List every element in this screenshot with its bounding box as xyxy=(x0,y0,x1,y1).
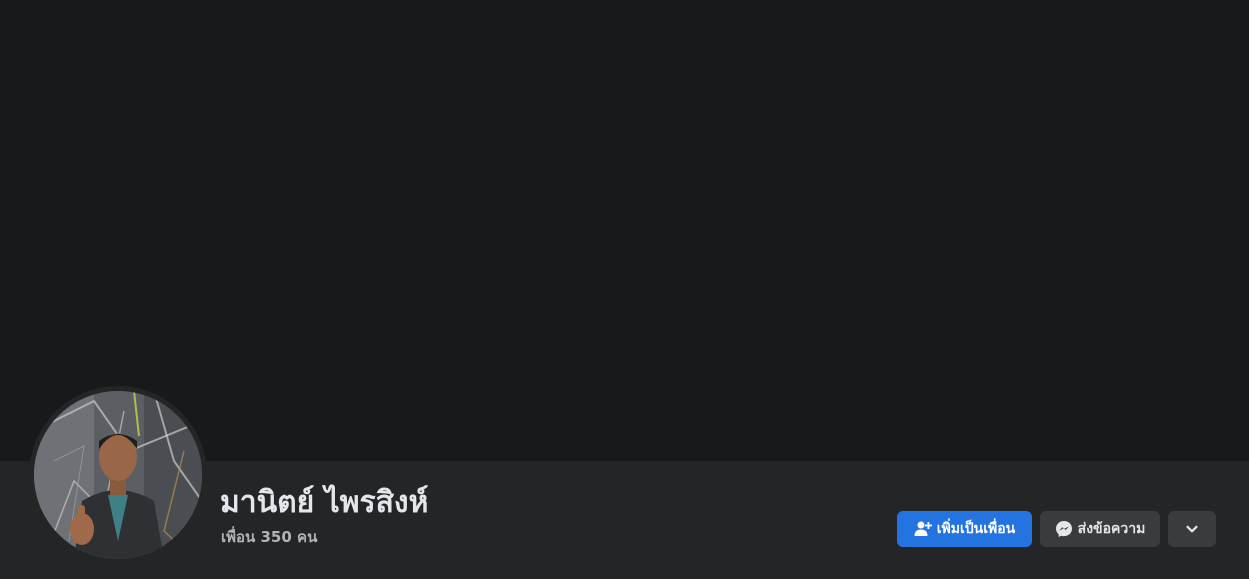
profile-page: มานิตย์ ไพรสิงห์ เพื่อน 350 คน เพิ่มเป็น… xyxy=(0,0,1249,579)
profile-avatar[interactable] xyxy=(34,391,202,559)
chevron-down-icon xyxy=(1183,520,1201,538)
profile-name: มานิตย์ ไพรสิงห์ xyxy=(220,485,429,520)
message-button[interactable]: ส่งข้อความ xyxy=(1040,511,1160,547)
cover-photo-area[interactable] xyxy=(0,0,1249,461)
add-friend-label: เพิ่มเป็นเพื่อน xyxy=(936,521,1016,537)
more-options-button[interactable] xyxy=(1168,511,1216,547)
message-label: ส่งข้อความ xyxy=(1077,521,1146,537)
friends-count[interactable]: เพื่อน 350 คน xyxy=(221,526,317,548)
messenger-icon xyxy=(1055,520,1073,538)
add-friend-button[interactable]: เพิ่มเป็นเพื่อน xyxy=(897,511,1032,547)
add-friend-icon xyxy=(914,520,932,538)
avatar-photo xyxy=(34,391,202,559)
